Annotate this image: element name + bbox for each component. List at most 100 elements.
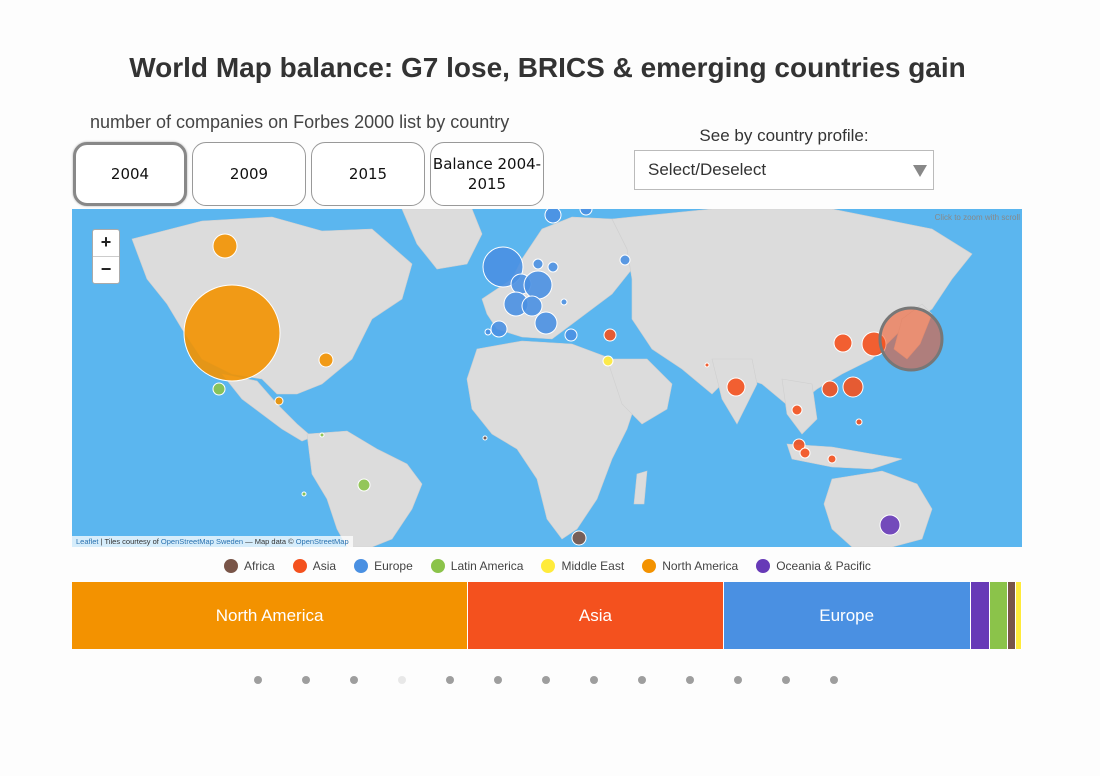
legend-label: North America [662, 559, 739, 573]
zoom-in-button[interactable]: + [93, 230, 119, 257]
year-button-2015[interactable]: 2015 [311, 142, 425, 206]
country-bubble[interactable] [547, 261, 559, 273]
country-bubble[interactable] [619, 254, 631, 266]
pagination-dot[interactable] [446, 676, 454, 684]
attribution-data-prefix: — Map data © [243, 537, 296, 546]
year-button-2004[interactable]: 2004 [73, 142, 187, 206]
pagination-dot[interactable] [494, 676, 502, 684]
country-bubble[interactable] [523, 270, 553, 300]
country-bubble[interactable] [521, 295, 543, 317]
country-bubble[interactable] [603, 328, 617, 342]
country-bubble[interactable] [482, 435, 488, 441]
zoom-control: + − [92, 229, 120, 284]
legend-item[interactable]: Asia [292, 559, 337, 573]
legend-item[interactable]: Latin America [430, 559, 524, 573]
legend-swatch [354, 559, 369, 573]
legend-label: Middle East [561, 559, 625, 573]
pagination-dot[interactable] [830, 676, 838, 684]
country-bubble[interactable] [301, 491, 307, 497]
pagination-dot[interactable] [542, 676, 550, 684]
legend-swatch [430, 559, 445, 573]
legend-label: Africa [244, 559, 275, 573]
bubble-layer[interactable] [72, 209, 1022, 547]
share-segment-label: Asia [578, 605, 612, 625]
region-legend: Africa Asia Europe Latin America Middle East… [0, 559, 1095, 573]
leaflet-link[interactable]: Leaflet [76, 537, 99, 546]
country-bubble[interactable] [842, 376, 864, 398]
legend-label: Latin America [450, 559, 524, 573]
share-segment-label: Europe [819, 605, 875, 625]
legend-item[interactable]: Africa [224, 559, 275, 573]
country-bubble[interactable] [183, 284, 281, 382]
legend-label: Asia [312, 559, 337, 573]
chevron-down-icon [913, 165, 927, 177]
share-segment[interactable]: Europe [723, 582, 971, 649]
pagination-dot[interactable] [350, 676, 358, 684]
country-bubble[interactable] [318, 352, 334, 368]
legend-swatch [642, 559, 657, 573]
zoom-hint: Click to zoom with scroll [934, 213, 1020, 222]
share-segment[interactable] [1007, 582, 1017, 649]
country-bubble[interactable] [532, 258, 544, 270]
pagination-dot[interactable] [734, 676, 742, 684]
country-bubble-highlighted[interactable] [878, 306, 944, 372]
country-bubble[interactable] [319, 432, 325, 438]
pagination-dot[interactable] [686, 676, 694, 684]
country-bubble[interactable] [212, 233, 238, 259]
osm-link[interactable]: OpenStreetMap [296, 537, 349, 546]
share-segment[interactable] [989, 582, 1008, 649]
country-bubble[interactable] [579, 209, 593, 216]
pagination-dot[interactable] [638, 676, 646, 684]
year-button-2009[interactable]: 2009 [192, 142, 306, 206]
share-segment[interactable]: Asia [468, 582, 724, 649]
legend-item[interactable]: Oceania & Pacific [756, 559, 871, 573]
country-bubble[interactable] [704, 362, 710, 368]
country-bubble[interactable] [484, 328, 492, 336]
region-share-bar: North America Asia Europe [72, 582, 1022, 649]
select-value: Select/Deselect [648, 160, 767, 179]
legend-swatch [292, 559, 307, 573]
country-bubble[interactable] [791, 404, 803, 416]
country-bubble[interactable] [571, 530, 587, 546]
share-segment-label: North America [215, 605, 324, 625]
legend-item[interactable]: Middle East [541, 559, 624, 573]
country-bubble[interactable] [274, 396, 284, 406]
country-profile-label: See by country profile: [699, 126, 869, 145]
country-bubble[interactable] [879, 514, 901, 536]
country-bubble[interactable] [490, 320, 508, 338]
country-bubble[interactable] [357, 478, 371, 492]
country-bubble[interactable] [534, 311, 558, 335]
page-subtitle: number of companies on Forbes 2000 list … [90, 112, 510, 132]
osm-sweden-link[interactable]: OpenStreetMap Sweden [161, 537, 243, 546]
legend-swatch [224, 559, 239, 573]
country-bubble[interactable] [833, 333, 853, 353]
country-bubble[interactable] [827, 454, 837, 464]
country-profile-select[interactable]: Select/Deselect [634, 150, 934, 190]
legend-swatch [541, 559, 556, 573]
share-segment[interactable]: North America [72, 582, 469, 649]
legend-item[interactable]: North America [642, 559, 738, 573]
pagination-dot[interactable] [398, 676, 406, 684]
pagination-dot[interactable] [590, 676, 598, 684]
country-bubble[interactable] [560, 298, 568, 306]
legend-swatch [756, 559, 771, 573]
pagination-dot[interactable] [782, 676, 790, 684]
balance-button[interactable]: Balance 2004-2015 [430, 142, 544, 206]
country-bubble[interactable] [544, 209, 562, 224]
legend-item[interactable]: Europe [354, 559, 413, 573]
zoom-out-button[interactable]: − [93, 257, 119, 283]
country-bubble[interactable] [799, 447, 811, 459]
country-bubble[interactable] [564, 328, 578, 342]
share-segment[interactable] [970, 582, 990, 649]
world-map[interactable]: + − Click to zoom with scroll Leaflet | … [72, 209, 1022, 547]
pagination-dot[interactable] [254, 676, 262, 684]
country-bubble[interactable] [726, 377, 746, 397]
pagination-dot[interactable] [302, 676, 310, 684]
share-segment[interactable] [1016, 582, 1022, 649]
country-bubble[interactable] [855, 418, 863, 426]
country-bubble[interactable] [212, 382, 226, 396]
country-bubble[interactable] [821, 380, 839, 398]
country-bubble[interactable] [602, 355, 614, 367]
pagination-dots [254, 676, 838, 684]
legend-label: Oceania & Pacific [776, 559, 871, 573]
